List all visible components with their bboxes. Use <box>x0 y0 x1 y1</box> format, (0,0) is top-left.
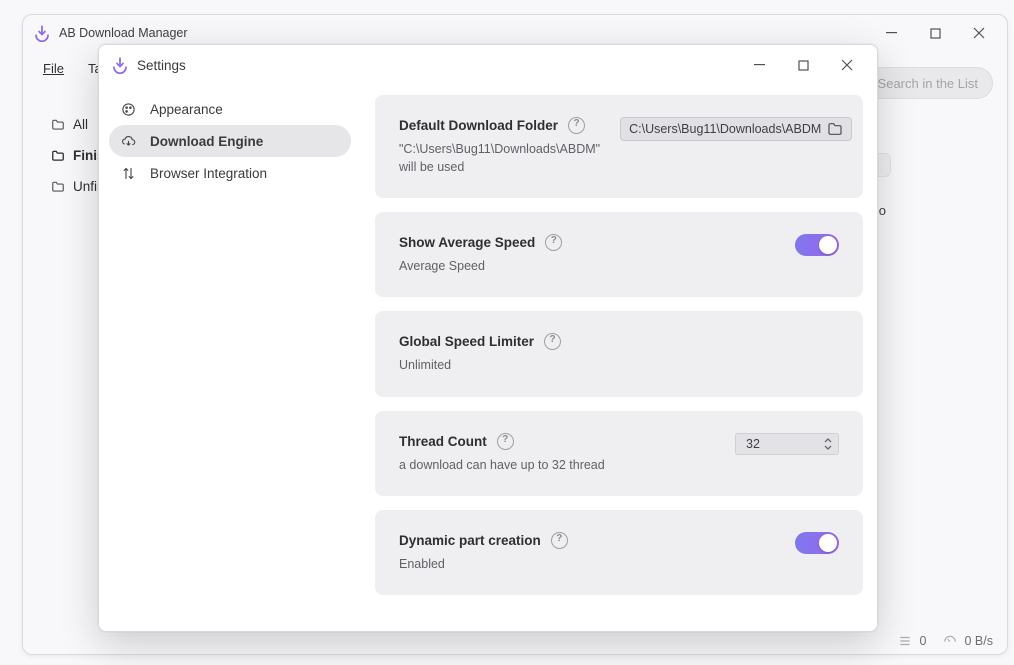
thread-count-stepper[interactable]: 32 <box>735 433 839 455</box>
average-speed-toggle[interactable] <box>795 234 839 256</box>
help-icon[interactable]: ? <box>497 433 514 450</box>
minimize-button[interactable] <box>869 18 913 48</box>
palette-icon <box>121 102 136 117</box>
app-icon <box>33 24 51 42</box>
folder-path-value: C:\Users\Bug11\Downloads\ABDM <box>629 122 821 136</box>
settings-maximize-button[interactable] <box>781 50 825 80</box>
section-subtitle: a download can have up to 32 thread <box>399 456 605 474</box>
settings-dialog: Settings Appearance Download Engine Brow… <box>98 44 878 632</box>
main-window-controls <box>869 18 1001 48</box>
dynamic-part-toggle[interactable] <box>795 532 839 554</box>
settings-minimize-button[interactable] <box>737 50 781 80</box>
section-default-folder: Default Download Folder? "C:\Users\Bug11… <box>375 95 863 198</box>
settings-body: Appearance Download Engine Browser Integ… <box>99 85 877 631</box>
section-subtitle: Average Speed <box>399 257 562 275</box>
sidebar-item-appearance[interactable]: Appearance <box>109 93 351 125</box>
download-cloud-icon <box>121 134 136 149</box>
section-average-speed: Show Average Speed? Average Speed <box>375 212 863 297</box>
section-subtitle: Unlimited <box>399 356 561 374</box>
settings-title: Settings <box>137 58 186 73</box>
settings-content: Default Download Folder? "C:\Users\Bug11… <box>361 85 877 631</box>
sidebar-item-label: Download Engine <box>150 134 263 149</box>
section-subtitle: Enabled <box>399 555 568 573</box>
close-button[interactable] <box>957 18 1001 48</box>
stepper-arrows-icon <box>824 437 832 451</box>
transfer-icon <box>121 166 136 181</box>
folder-icon <box>51 149 65 163</box>
app-icon <box>111 56 129 74</box>
settings-sidebar: Appearance Download Engine Browser Integ… <box>99 85 361 631</box>
section-title: Default Download Folder <box>399 118 558 133</box>
default-folder-input[interactable]: C:\Users\Bug11\Downloads\ABDM <box>620 117 852 141</box>
folder-icon <box>51 118 65 132</box>
folder-icon <box>827 122 843 136</box>
sidebar-item-download-engine[interactable]: Download Engine <box>109 125 351 157</box>
sidebar-item-label: Appearance <box>150 102 223 117</box>
help-icon[interactable]: ? <box>568 117 585 134</box>
section-title: Thread Count <box>399 434 487 449</box>
maximize-button[interactable] <box>913 18 957 48</box>
speed-icon <box>943 634 957 648</box>
settings-title-bar: Settings <box>99 45 877 85</box>
section-title: Show Average Speed <box>399 235 535 250</box>
help-icon[interactable]: ? <box>544 333 561 350</box>
status-speed: 0 B/s <box>965 634 994 648</box>
status-count: 0 <box>920 634 927 648</box>
hidden-time-text: go <box>872 203 991 218</box>
section-thread-count: Thread Count? a download can have up to … <box>375 411 863 496</box>
settings-close-button[interactable] <box>825 50 869 80</box>
folder-icon <box>51 180 65 194</box>
settings-window-controls <box>737 50 869 80</box>
list-icon <box>898 634 912 648</box>
main-title: AB Download Manager <box>59 26 188 40</box>
thread-count-value: 32 <box>746 437 760 451</box>
section-speed-limiter: Global Speed Limiter? Unlimited <box>375 311 863 396</box>
section-dynamic-part: Dynamic part creation? Enabled <box>375 510 863 595</box>
help-icon[interactable]: ? <box>551 532 568 549</box>
menu-file[interactable]: File <box>33 57 74 80</box>
sidebar-item-browser-integration[interactable]: Browser Integration <box>109 157 351 189</box>
sidebar-item-label: Browser Integration <box>150 166 267 181</box>
help-icon[interactable]: ? <box>545 234 562 251</box>
section-title: Dynamic part creation <box>399 533 541 548</box>
search-placeholder: Search in the List <box>878 76 978 91</box>
section-title: Global Speed Limiter <box>399 334 534 349</box>
